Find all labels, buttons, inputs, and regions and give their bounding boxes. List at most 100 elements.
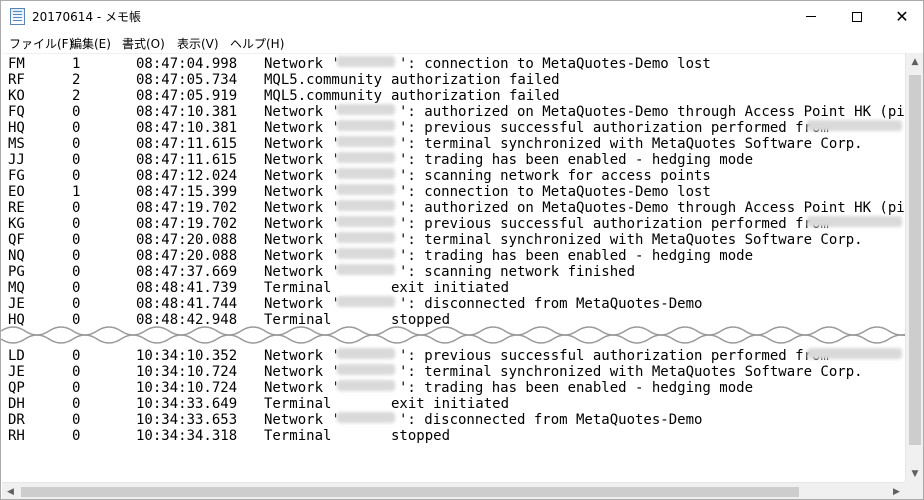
redacted-account-number (337, 168, 395, 179)
log-level: 0 (72, 152, 81, 168)
notepad-icon (10, 8, 25, 25)
horizontal-scrollbar[interactable]: ◀ ▶ (2, 482, 905, 499)
log-time: 08:47:05.734 (136, 72, 238, 88)
log-id: QF (8, 232, 25, 248)
log-message: ': trading has been enabled - hedging mo… (399, 152, 754, 168)
log-time: 08:47:10.381 (136, 120, 238, 136)
log-message: ': previous successful authorization per… (399, 216, 829, 232)
scrollbar-corner (905, 482, 923, 499)
log-source: Network ' (264, 136, 340, 152)
log-message: ': connection to MetaQuotes-Demo lost (399, 184, 711, 200)
scroll-right-button[interactable]: ▶ (888, 483, 905, 499)
arrow-left-icon: ◀ (7, 487, 14, 497)
log-id: PG (8, 264, 25, 280)
log-source: Network ' (264, 264, 340, 280)
log-message: ': terminal synchronized with MetaQuotes… (399, 364, 863, 380)
scroll-left-button[interactable]: ◀ (2, 483, 19, 499)
log-level: 0 (72, 364, 81, 380)
log-source: Terminal (264, 396, 332, 412)
torn-edge-divider (1, 326, 923, 344)
redacted-ip-address (807, 216, 902, 227)
log-text-bottom: LD 0 10:34:10.352 Network ' ': previous succ… (2, 348, 905, 444)
menu-view[interactable]: 表示(V) (177, 35, 219, 52)
arrow-up-icon: ▲ (911, 56, 919, 67)
redacted-account-number (337, 104, 395, 115)
log-level: 2 (72, 72, 81, 88)
redacted-account-number (337, 120, 395, 131)
log-level: 0 (72, 348, 81, 364)
vertical-scrollbar[interactable]: ▲ ▼ (905, 53, 923, 482)
log-time: 10:34:34.318 (136, 428, 238, 444)
log-id: RF (8, 72, 25, 88)
log-time: 08:47:37.669 (136, 264, 238, 280)
text-editor[interactable]: FM 1 08:47:04.998 Network ' ': connection to… (2, 53, 905, 482)
log-source: Network ' (264, 296, 340, 312)
vertical-scroll-thumb[interactable] (909, 75, 921, 445)
log-source: Network ' (264, 120, 340, 136)
log-time: 08:47:10.381 (136, 104, 238, 120)
close-button[interactable]: ✕ (879, 1, 923, 32)
log-level: 0 (72, 104, 81, 120)
log-message: ': authorized on MetaQuotes-Demo through… (399, 104, 905, 120)
log-time: 08:47:20.088 (136, 232, 238, 248)
log-line: FG 0 08:47:12.024 Network ' ': scanning netw… (2, 168, 905, 184)
log-line: FQ 0 08:47:10.381 Network ' ': authorized on… (2, 104, 905, 120)
log-time: 08:47:15.399 (136, 184, 238, 200)
log-level: 0 (72, 296, 81, 312)
menu-bar: ファイル(F) 編集(E) 書式(O) 表示(V) ヘルプ(H) (1, 32, 923, 52)
scroll-down-button[interactable]: ▼ (906, 465, 923, 482)
window-title: 20170614 - メモ帳 (32, 10, 142, 24)
log-time: 08:47:11.615 (136, 152, 238, 168)
log-source: Network ' (264, 412, 340, 428)
minimize-button[interactable] (788, 1, 834, 32)
log-message: ': previous successful authorization per… (399, 348, 829, 364)
arrow-down-icon: ▼ (911, 468, 919, 479)
log-message: ': scanning network for access points (399, 168, 711, 184)
log-message: ': previous successful authorization per… (399, 120, 829, 136)
log-id: KO (8, 88, 25, 104)
redacted-ip-address (807, 120, 902, 131)
log-id: FG (8, 168, 25, 184)
redacted-account-number (337, 296, 395, 307)
log-time: 10:34:10.724 (136, 364, 238, 380)
redacted-account-number (337, 412, 395, 423)
log-message: ': terminal synchronized with MetaQuotes… (399, 136, 863, 152)
log-source: Network ' (264, 232, 340, 248)
log-level: 0 (72, 216, 81, 232)
log-id: RH (8, 428, 25, 444)
menu-help[interactable]: ヘルプ(H) (230, 35, 284, 52)
title-bar[interactable]: 20170614 - メモ帳 ✕ (1, 1, 923, 32)
log-id: MS (8, 136, 25, 152)
log-id: RE (8, 200, 25, 216)
log-id: DR (8, 412, 25, 428)
log-message: ': disconnected from MetaQuotes-Demo (399, 296, 703, 312)
notepad-window: 20170614 - メモ帳 ✕ ファイル(F) 編集(E) 書式(O) 表示(… (0, 0, 924, 500)
log-line: MS 0 08:47:11.615 Network ' ': terminal sync… (2, 136, 905, 152)
menu-edit[interactable]: 編集(E) (70, 35, 111, 52)
log-message: ': authorized on MetaQuotes-Demo through… (399, 200, 905, 216)
log-time: 10:34:33.649 (136, 396, 238, 412)
log-time: 08:47:04.998 (136, 56, 238, 72)
menu-format[interactable]: 書式(O) (122, 35, 165, 52)
maximize-button[interactable] (834, 1, 880, 32)
log-source: Network ' (264, 104, 340, 120)
log-level: 2 (72, 88, 81, 104)
redacted-account-number (337, 184, 395, 195)
redacted-account-number (337, 200, 395, 211)
log-message: ': trading has been enabled - hedging mo… (399, 248, 754, 264)
log-time: 08:47:20.088 (136, 248, 238, 264)
horizontal-scroll-thumb[interactable] (21, 487, 799, 497)
log-source: Terminal (264, 428, 332, 444)
log-id: JJ (8, 152, 25, 168)
redacted-account-number (337, 380, 395, 391)
log-id: LD (8, 348, 25, 364)
log-level: 0 (72, 200, 81, 216)
menu-file[interactable]: ファイル(F) (9, 35, 73, 52)
log-time: 10:34:10.352 (136, 348, 238, 364)
log-level: 1 (72, 56, 81, 72)
log-level: 0 (72, 396, 81, 412)
scroll-up-button[interactable]: ▲ (906, 53, 923, 70)
log-time: 10:34:33.653 (136, 412, 238, 428)
log-source: MQL5.community (264, 72, 383, 88)
log-line: RH 0 10:34:34.318 Terminal stopped (2, 428, 905, 444)
